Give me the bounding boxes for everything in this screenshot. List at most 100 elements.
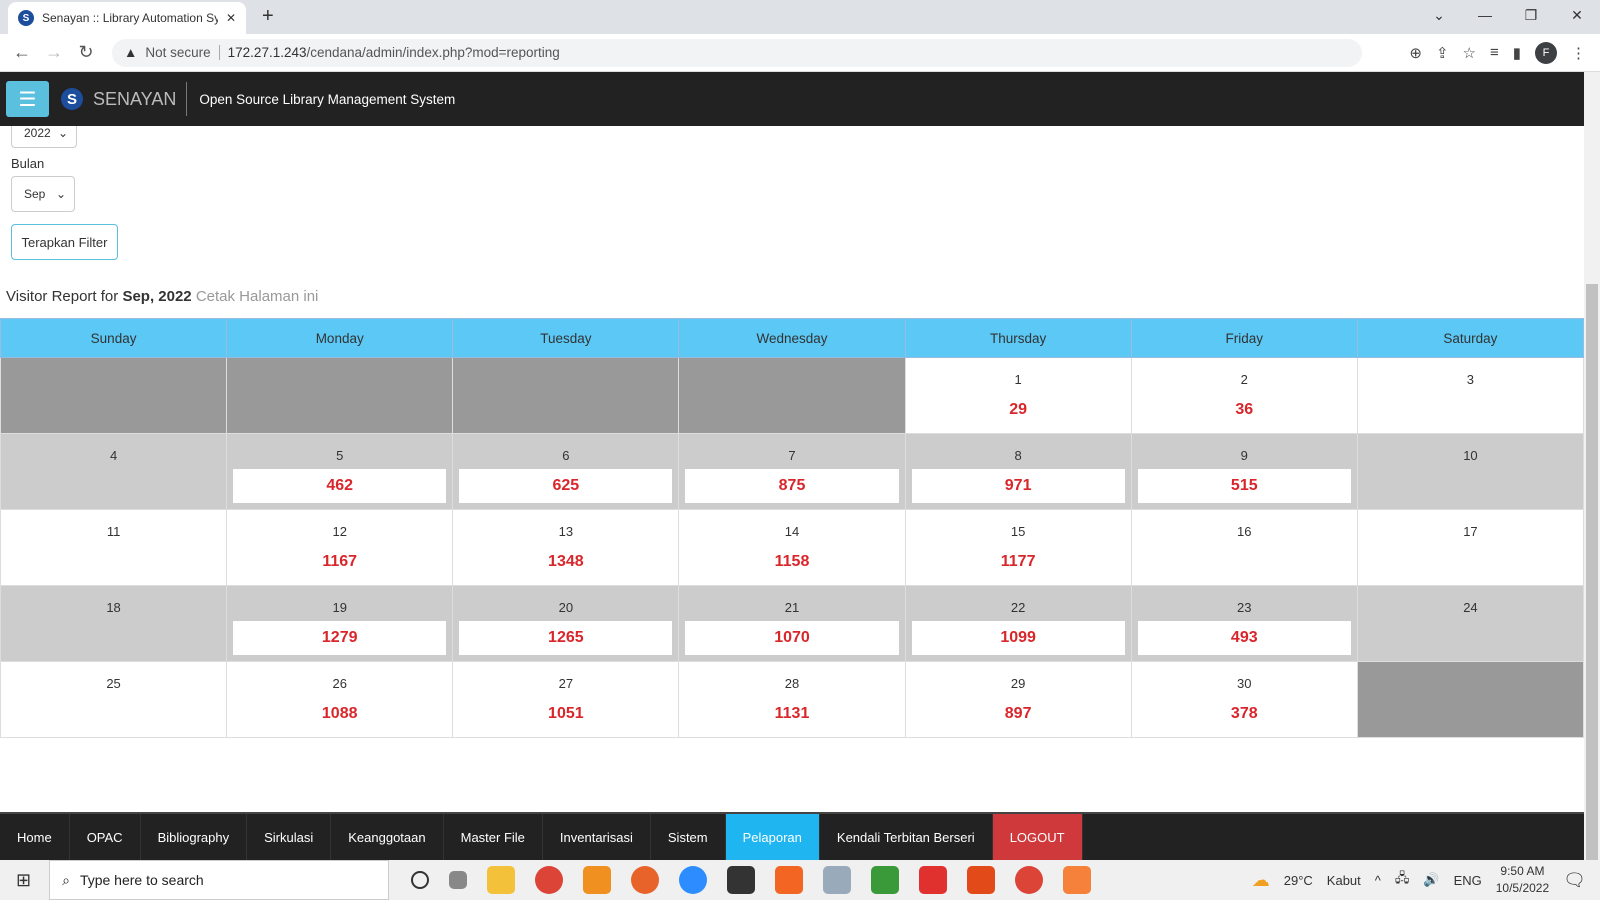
month-value: Sep <box>24 187 46 201</box>
sublime-icon[interactable] <box>583 866 612 894</box>
day-cell: 2 36 <box>1130 357 1358 434</box>
taskbar: ⊞ ⌕ Type here to search ☁ 29°C Kabut ^ 🖧 … <box>0 860 1600 900</box>
coreldraw-icon[interactable] <box>871 866 900 894</box>
day-number: 6 <box>562 448 570 463</box>
senayan-favicon-icon: S <box>18 10 34 26</box>
nav-keanggotaan[interactable]: Keanggotaan <box>331 814 444 860</box>
nav-opac[interactable]: OPAC <box>70 814 141 860</box>
new-tab-icon[interactable]: + <box>262 5 274 28</box>
calendar-week: 25 26 1088 27 1051 28 1131 29 897 30 378 <box>0 661 1584 738</box>
tab-title: Senayan :: Library Automation System <box>42 11 218 25</box>
day-cell: 29 897 <box>904 661 1132 738</box>
browser-tab[interactable]: S Senayan :: Library Automation System ✕ <box>8 2 246 34</box>
day-number: 30 <box>1237 676 1252 691</box>
day-cell: 21 1070 <box>678 585 906 662</box>
print-page-link[interactable]: Cetak Halaman ini <box>196 288 319 305</box>
cortana-icon[interactable] <box>411 871 430 889</box>
back-icon[interactable]: ← <box>6 42 38 63</box>
foxit-icon[interactable] <box>775 866 804 894</box>
visitor-count: 1088 <box>321 705 358 722</box>
visitor-count: 1158 <box>774 553 810 570</box>
day-cell: 30 378 <box>1130 661 1358 738</box>
bookmark-star-icon[interactable]: ☆ <box>1463 44 1476 62</box>
tab-search-icon[interactable]: ⌄ <box>1416 0 1462 30</box>
scrollbar-thumb[interactable] <box>1586 284 1598 894</box>
not-secure-label[interactable]: Not secure <box>145 45 220 60</box>
day-cell: 27 1051 <box>452 661 680 738</box>
tray-chevron-icon[interactable]: ^ <box>1375 873 1381 888</box>
language-indicator[interactable]: ENG <box>1454 873 1482 888</box>
day-number: 13 <box>558 524 574 539</box>
nav-inventarisasi[interactable]: Inventarisasi <box>543 814 651 860</box>
visitor-count: 1279 <box>233 621 447 655</box>
day-cell: 26 1088 <box>226 661 454 738</box>
day-number: 8 <box>1014 448 1022 463</box>
wps-icon[interactable] <box>919 866 948 894</box>
nav-bibliography[interactable]: Bibliography <box>141 814 248 860</box>
taskbar-search[interactable]: ⌕ Type here to search <box>49 860 390 900</box>
firefox-icon[interactable] <box>631 866 660 894</box>
visitor-count: 625 <box>459 469 673 503</box>
zoom-app-icon[interactable] <box>679 866 708 894</box>
day-number: 11 <box>106 524 121 539</box>
network-icon[interactable]: 🖧 <box>1395 869 1410 891</box>
volume-icon[interactable]: 🔊 <box>1423 872 1439 888</box>
restore-icon[interactable]: ❐ <box>1508 0 1554 30</box>
month-select[interactable]: Sep ⌄ <box>11 176 75 212</box>
day-number: 12 <box>332 524 347 539</box>
windows-start-icon[interactable]: ⊞ <box>16 870 31 891</box>
report-title: Visitor Report for Sep, 2022 Cetak Halam… <box>6 288 318 305</box>
apply-filter-button[interactable]: Terapkan Filter <box>11 224 118 260</box>
notifications-icon[interactable]: 🗨 <box>1563 870 1586 891</box>
sticky-notes-icon[interactable] <box>727 866 756 894</box>
chrome-icon[interactable] <box>535 866 564 894</box>
close-tab-icon[interactable]: ✕ <box>226 11 236 25</box>
day-cell: 17 <box>1356 509 1584 586</box>
app-header: ☰ S SENAYAN Open Source Library Manageme… <box>0 72 1584 126</box>
nav-master-file[interactable]: Master File <box>444 814 543 860</box>
avatar[interactable]: F <box>1535 41 1557 64</box>
day-header-friday: Friday <box>1130 318 1358 358</box>
clock[interactable]: 9:50 AM 10/5/2022 <box>1496 863 1549 897</box>
clock-date: 10/5/2022 <box>1495 881 1550 895</box>
nav-sistem[interactable]: Sistem <box>651 814 726 860</box>
nav-home[interactable]: Home <box>0 814 70 860</box>
weather-icon[interactable]: ☁ <box>1252 870 1270 891</box>
day-cell: 20 1265 <box>452 585 680 662</box>
chrome-active-icon[interactable] <box>1015 866 1044 894</box>
file-explorer-icon[interactable] <box>487 866 516 894</box>
day-number: 10 <box>1463 448 1478 463</box>
minimize-icon[interactable]: — <box>1462 0 1508 30</box>
nav-sirkulasi[interactable]: Sirkulasi <box>247 814 332 860</box>
nav-logout[interactable]: LOGOUT <box>992 814 1083 860</box>
nav-kendali-terbitan-berseri[interactable]: Kendali Terbitan Berseri <box>820 814 993 860</box>
browser-tabbar: S Senayan :: Library Automation System ✕… <box>0 0 1600 34</box>
menu-kebab-icon[interactable]: ⋮ <box>1571 44 1586 62</box>
side-panel-icon[interactable]: ▮ <box>1513 44 1521 62</box>
forward-icon[interactable]: → <box>38 42 70 63</box>
visitor-count: 493 <box>1137 621 1351 655</box>
share-icon[interactable]: ⇪ <box>1436 44 1449 62</box>
day-number: 3 <box>1466 372 1475 387</box>
menu-toggle-button[interactable]: ☰ <box>6 81 49 117</box>
office-icon[interactable] <box>967 866 996 894</box>
weather-temp[interactable]: 29°C <box>1284 873 1313 888</box>
task-view-icon[interactable] <box>449 871 468 889</box>
xampp-icon[interactable] <box>1063 866 1092 894</box>
report-prefix: Visitor Report for <box>6 288 119 305</box>
empty-day-cell <box>226 357 454 434</box>
day-cell: 10 <box>1356 433 1584 510</box>
reload-icon[interactable]: ↻ <box>70 42 102 63</box>
scrollbar[interactable] <box>1584 72 1600 894</box>
visitor-count: 1167 <box>322 553 358 570</box>
url-input[interactable]: ▲ Not secure 172.27.1.243/cendana/admin/… <box>112 38 1362 67</box>
visitor-count: 1265 <box>459 621 673 655</box>
day-header-tuesday: Tuesday <box>452 318 680 358</box>
weather-desc[interactable]: Kabut <box>1327 873 1361 888</box>
nav-pelaporan[interactable]: Pelaporan <box>725 814 820 860</box>
year-select[interactable]: 2022 ⌄ <box>11 126 77 148</box>
paint-icon[interactable] <box>823 866 852 894</box>
close-window-icon[interactable]: ✕ <box>1554 0 1600 30</box>
zoom-icon[interactable]: ⊕ <box>1409 44 1422 62</box>
reading-list-icon[interactable]: ≡ <box>1490 44 1499 61</box>
